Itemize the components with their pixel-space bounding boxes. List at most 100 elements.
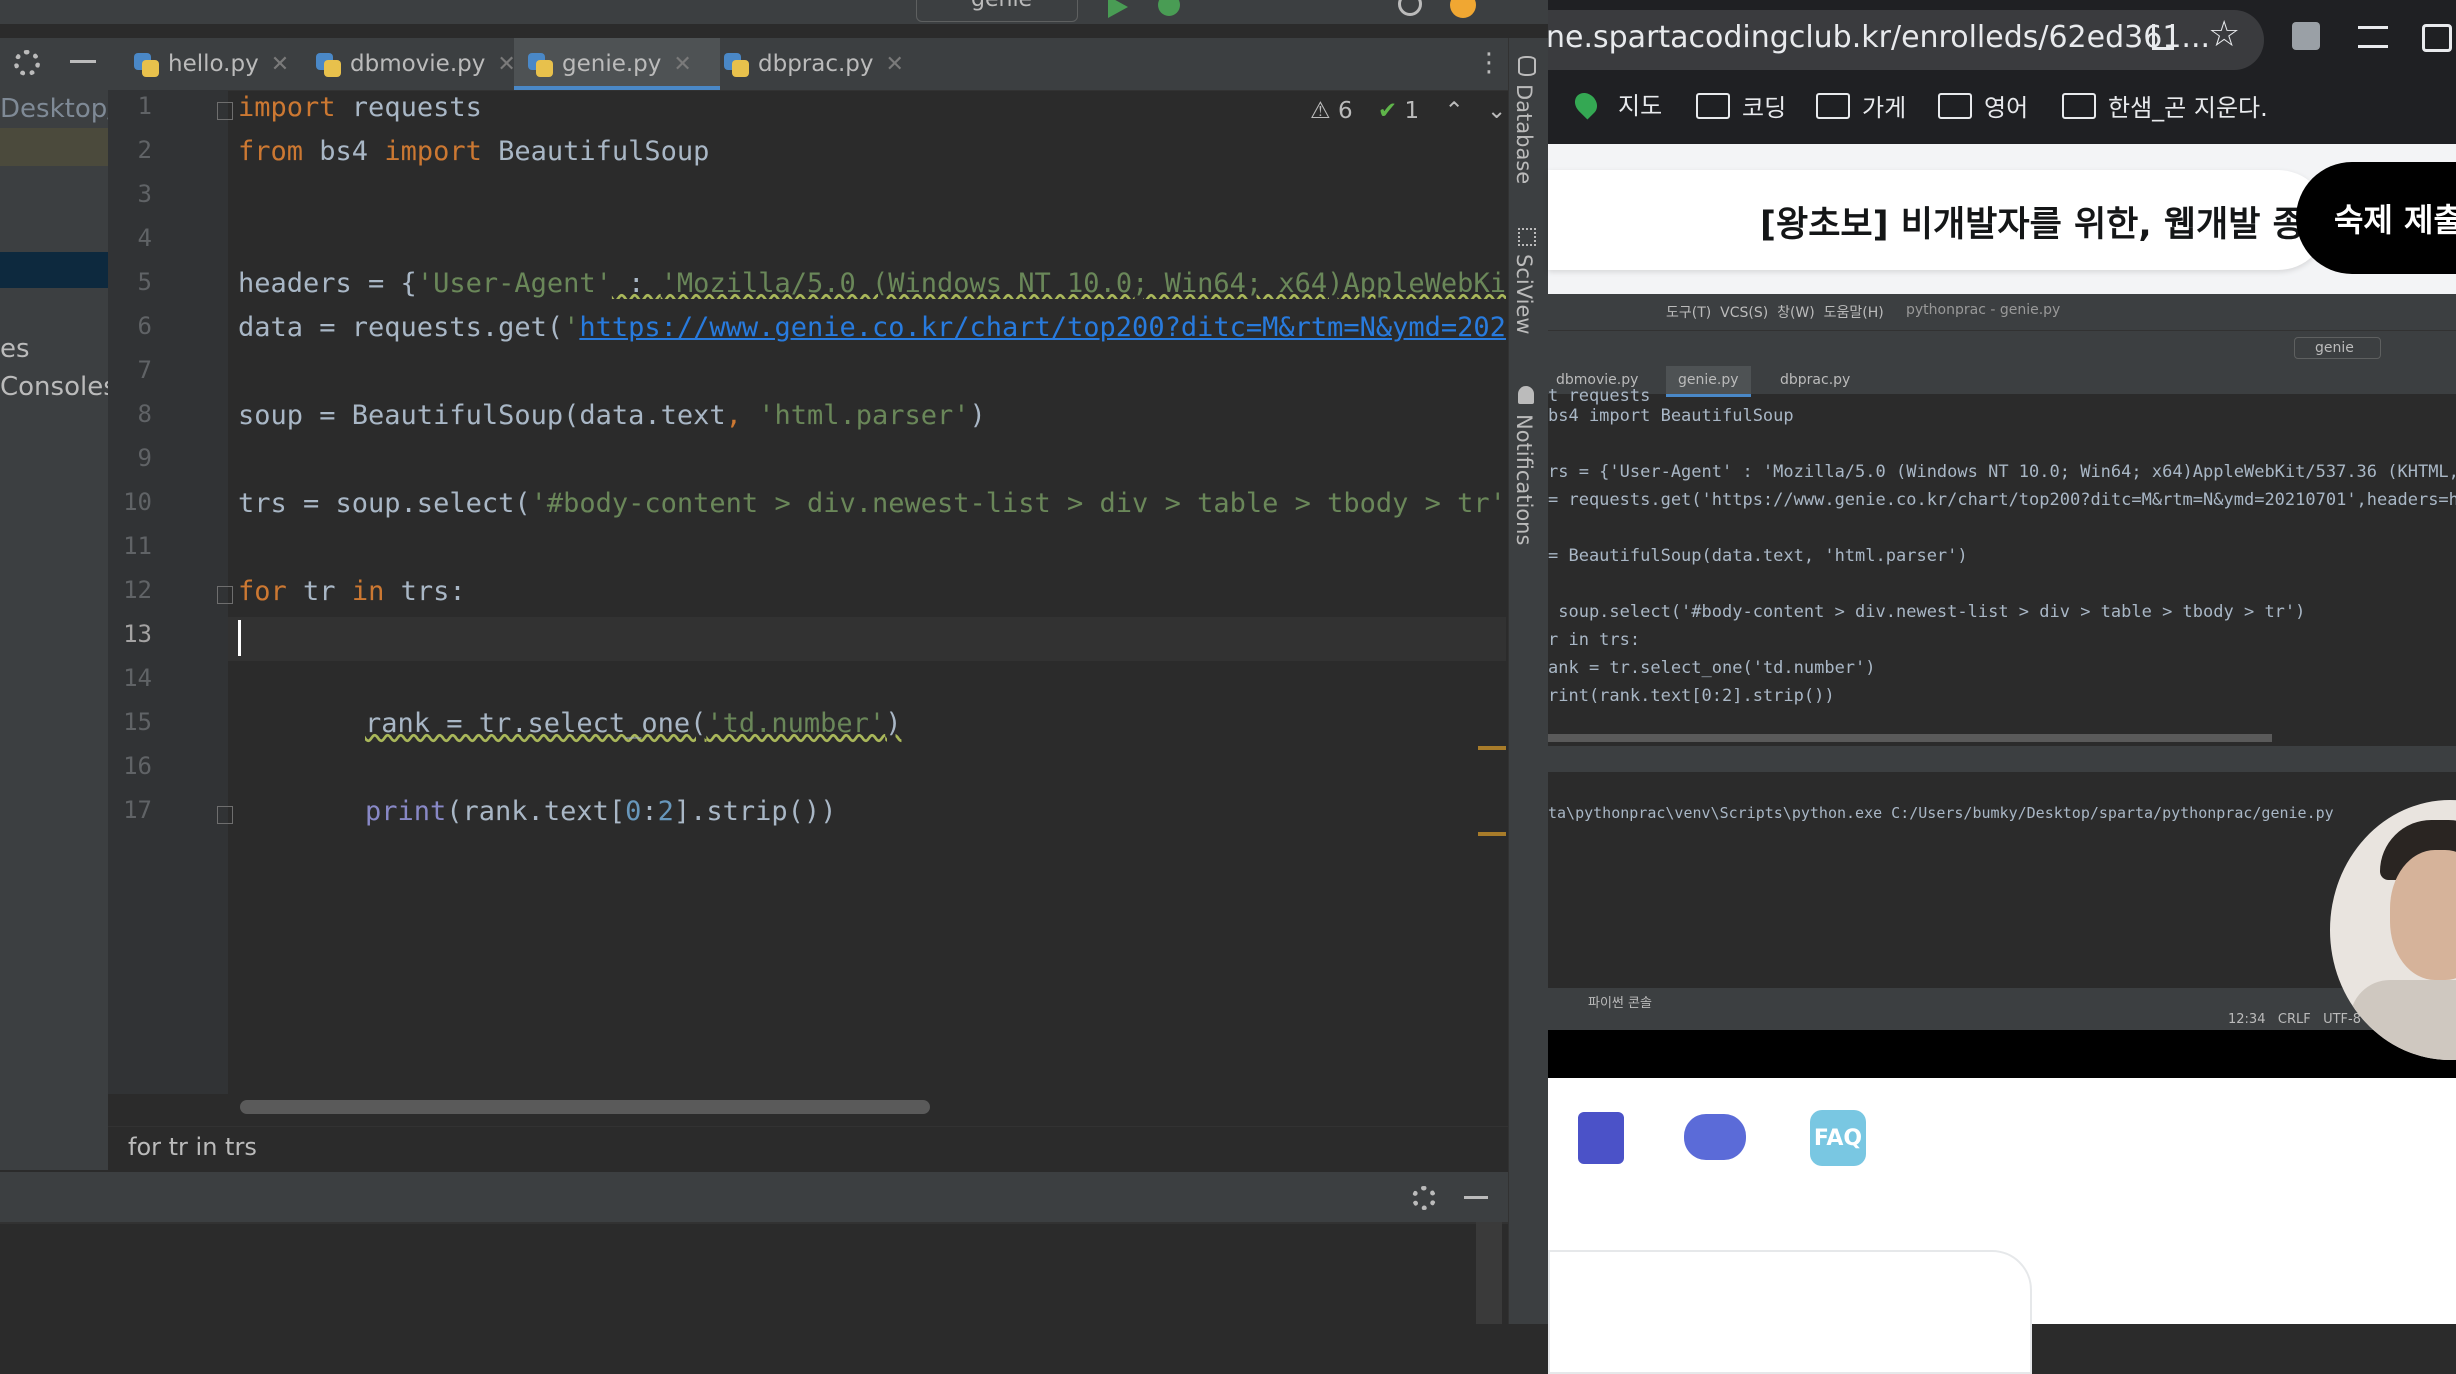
close-icon[interactable]: ✕ <box>673 52 691 77</box>
video-code-line: r in trs: <box>1548 630 1640 650</box>
line-number: 14 <box>108 664 152 692</box>
line-number: 10 <box>108 488 152 516</box>
video-ide-bottom-bar: 파이썬 콘솔 12:34 CRLF UTF-8 <box>1548 988 2456 1030</box>
number-literal: 2 <box>658 796 674 827</box>
tab-hello[interactable]: hello.py ✕ <box>122 38 301 90</box>
code-text: trs: <box>384 576 465 607</box>
line-number-current: 13 <box>108 620 152 648</box>
bookmark-english[interactable]: 영어 <box>1938 88 2028 123</box>
chevron-up-icon[interactable]: ⌃ <box>1444 98 1463 124</box>
chevron-down-icon[interactable]: ⌄ <box>1487 98 1506 124</box>
bookmark-store[interactable]: 가게 <box>1816 88 1906 123</box>
sciview-icon <box>1518 228 1536 246</box>
line-number: 5 <box>108 268 152 296</box>
bookmark-maps[interactable]: 지도 <box>1576 86 1662 121</box>
panel-settings-gear-icon[interactable] <box>1412 1186 1436 1210</box>
run-config-label: genie <box>971 0 1032 12</box>
panel-hide-icon[interactable] <box>1464 1196 1488 1199</box>
python-file-icon <box>724 51 750 77</box>
code-line-2[interactable]: from bs4 import BeautifulSoup <box>238 136 709 167</box>
code-text: headers = { <box>238 268 417 299</box>
comment-box[interactable] <box>1548 1250 2032 1374</box>
bottom-panel-scrollbar[interactable] <box>1476 1222 1502 1324</box>
tab-menu-icon[interactable]: ⋮ <box>1476 48 1502 78</box>
project-highlight-row[interactable] <box>0 252 108 288</box>
extensions-icon[interactable] <box>2292 22 2320 50</box>
close-icon[interactable]: ✕ <box>886 52 904 77</box>
line-number: 8 <box>108 400 152 428</box>
warning-stripe-marker[interactable] <box>1478 832 1506 836</box>
tool-database[interactable]: Database <box>1512 84 1536 184</box>
string-literal: '#body-content > div.newest-list > div >… <box>531 488 1506 519</box>
tool-sciview[interactable]: SciView <box>1512 254 1536 335</box>
run-icon[interactable] <box>1108 0 1128 18</box>
code-line-1[interactable]: import requests <box>238 92 482 123</box>
video-ide-menu: 도구(T) VCS(S) 창(W) 도움말(H) <box>1666 302 1884 322</box>
collapse-icon[interactable] <box>70 60 96 63</box>
chat-bubble-icon[interactable] <box>1684 1114 1746 1160</box>
code-line-8[interactable]: soup = BeautifulSoup(data.text, 'html.pa… <box>238 400 986 431</box>
keyword: import <box>238 92 336 123</box>
side-panel-icon[interactable] <box>2422 24 2452 52</box>
keyword: for <box>238 576 287 607</box>
tab-dbprac[interactable]: dbprac.py ✕ <box>712 38 916 90</box>
bookmark-hansem[interactable]: 한샘_곤 지운다. <box>2062 88 2268 123</box>
reading-list-icon[interactable] <box>2358 26 2388 48</box>
share-icon[interactable] <box>2152 24 2174 50</box>
tab-genie[interactable]: genie.py ✕ <box>514 38 720 90</box>
fold-icon[interactable] <box>217 586 233 604</box>
code-line-6[interactable]: data = requests.get('https://www.genie.c… <box>238 312 1506 343</box>
fold-icon[interactable] <box>217 806 233 824</box>
search-icon[interactable] <box>1398 0 1422 16</box>
horizontal-scrollbar[interactable] <box>240 1100 930 1114</box>
code-line-12[interactable]: for tr in trs: <box>238 576 466 607</box>
url-text[interactable]: ne.spartacodingclub.kr/enrolleds/62ed361… <box>1546 20 2210 55</box>
code-text: ) <box>885 708 901 739</box>
project-path[interactable]: Desktop/ <box>0 94 116 124</box>
code-text: bs4 <box>303 136 384 167</box>
bookmark-star-icon[interactable]: ☆ <box>2208 14 2240 55</box>
map-pin-icon <box>1570 88 1601 119</box>
video-code-line: = BeautifulSoup(data.text, 'html.parser'… <box>1548 546 1968 566</box>
update-icon[interactable] <box>1450 0 1476 18</box>
video-ide-toolbar: genie <box>1548 330 2456 367</box>
punctuation: , <box>726 400 759 431</box>
checklist-icon[interactable] <box>1578 1112 1624 1164</box>
bookmark-coding[interactable]: 코딩 <box>1696 88 1786 123</box>
code-line-10[interactable]: trs = soup.select('#body-content > div.n… <box>238 488 1506 519</box>
code-text: soup = BeautifulSoup(data.text <box>238 400 726 431</box>
code-line-17[interactable]: print(rank.text[0:2].strip()) <box>365 796 836 827</box>
submit-homework-button[interactable]: 숙제 제출 <box>2296 162 2456 274</box>
run-config-select[interactable]: genie <box>916 0 1078 22</box>
code-text: BeautifulSoup <box>482 136 710 167</box>
project-selected-row[interactable] <box>0 128 108 166</box>
close-icon[interactable]: ✕ <box>271 52 289 77</box>
code-text: requests <box>336 92 482 123</box>
inspection-widget[interactable]: ⚠ 6 ✔ 1 ⌃ ⌄ <box>1310 98 1506 124</box>
warning-stripe-marker[interactable] <box>1478 746 1506 750</box>
instructor-face <box>2390 850 2456 980</box>
debug-icon[interactable] <box>1158 0 1180 16</box>
settings-gear-icon[interactable] <box>14 50 40 76</box>
project-item[interactable]: es <box>0 334 30 364</box>
code-line-5[interactable]: headers = {'User-Agent' : 'Mozilla/5.0 (… <box>238 268 1506 299</box>
video-run-panel-header <box>1548 746 2456 772</box>
tab-dbmovie[interactable]: dbmovie.py ✕ <box>304 38 528 90</box>
breadcrumb[interactable]: for tr in trs <box>108 1126 1508 1171</box>
code-line-15[interactable]: rank = tr.select_one('td.number') <box>365 708 901 739</box>
url-link[interactable]: https://www.genie.co.kr/chart/top200?dit… <box>579 312 1506 343</box>
breadcrumb-text[interactable]: for tr in trs <box>128 1133 257 1161</box>
video-ide-title: pythonprac - genie.py <box>1906 302 2060 318</box>
line-number: 12 <box>108 576 152 604</box>
line-number: 9 <box>108 444 152 472</box>
video-ide-scrollbar <box>1548 734 2272 742</box>
video-tab-active: genie.py <box>1666 366 1751 397</box>
code-text: (rank.text[ <box>446 796 625 827</box>
fold-icon[interactable] <box>217 102 233 120</box>
tool-notifications[interactable]: Notifications <box>1512 414 1536 545</box>
notifications-bell-icon <box>1518 386 1534 404</box>
video-code-line: ank = tr.select_one('td.number') <box>1548 658 1876 678</box>
project-item[interactable]: Consoles <box>0 372 117 402</box>
video-code-line: soup.select('#body-content > div.newest-… <box>1548 602 2305 622</box>
faq-button[interactable]: FAQ <box>1810 1110 1866 1166</box>
